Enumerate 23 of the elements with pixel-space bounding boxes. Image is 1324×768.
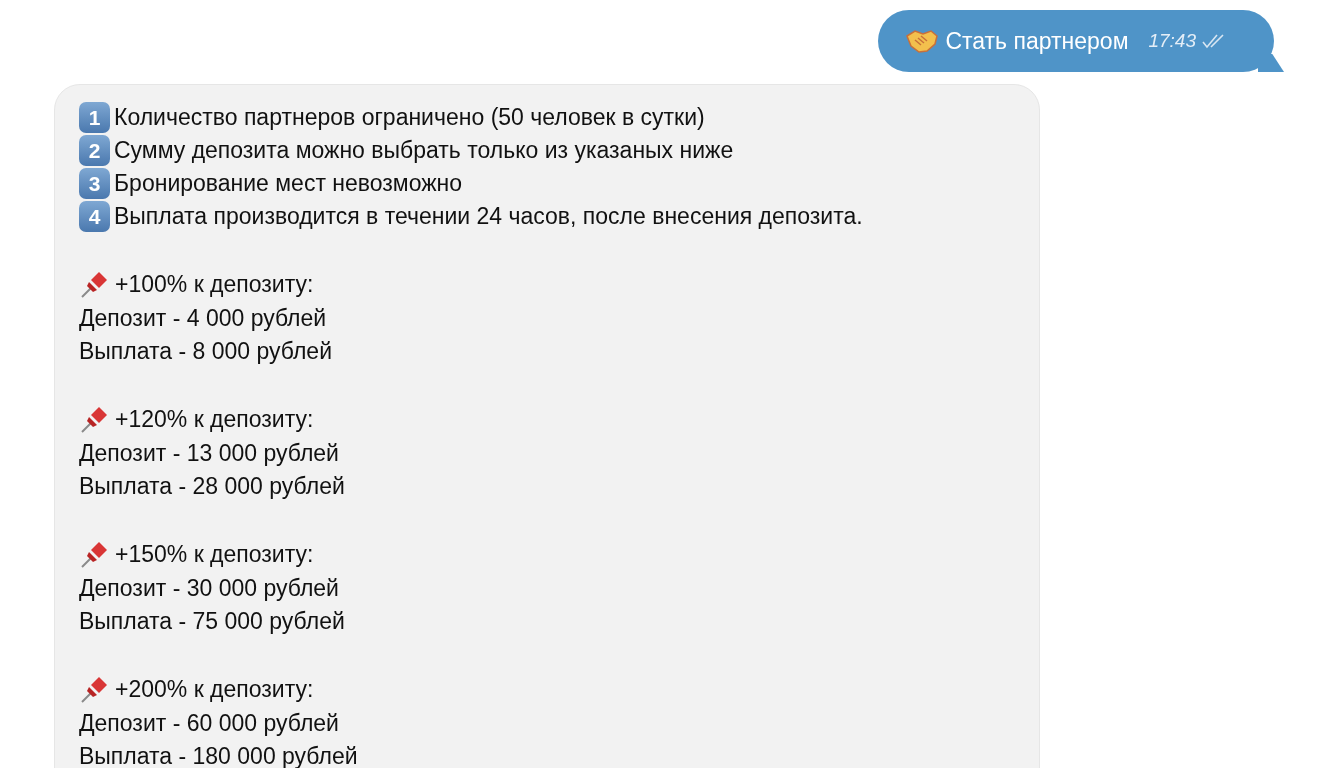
rule-text: Количество партнеров ограничено (50 человек в сутки) (114, 104, 705, 131)
keycap-number: 2 (79, 135, 110, 166)
message-time: 17:43 (1148, 30, 1196, 52)
payout-text: Выплата - 28 000 рублей (79, 473, 345, 500)
message-text: Стать партнером (945, 27, 1129, 55)
tier-title: +150% к депозиту: (115, 540, 314, 568)
tier-title: +120% к депозиту: (115, 405, 314, 433)
keycap-number: 4 (79, 201, 110, 232)
payout-text: Выплата - 75 000 рублей (79, 608, 345, 635)
rule-text: Выплата производится в течении 24 часов, после внесения депозита. (114, 203, 863, 230)
rule-text: Сумму депозита можно выбрать только из указаных ниже (114, 137, 734, 164)
payout-text: Выплата - 8 000 рублей (79, 338, 332, 365)
tier-title: +100% к депозиту: (115, 270, 314, 298)
keycap-number: 1 (79, 102, 110, 133)
keycap-number: 3 (79, 168, 110, 199)
rule-text: Бронирование мест невозможно (114, 170, 463, 197)
deposit-text: Депозит - 30 000 рублей (79, 575, 339, 602)
tier-title: +200% к депозиту: (115, 675, 314, 703)
handshake-icon (905, 28, 940, 54)
deposit-text: Депозит - 13 000 рублей (79, 440, 339, 467)
deposit-text: Депозит - 4 000 рублей (79, 305, 327, 332)
deposit-text: Депозит - 60 000 рублей (79, 710, 339, 737)
payout-text: Выплата - 180 000 рублей (79, 743, 358, 768)
